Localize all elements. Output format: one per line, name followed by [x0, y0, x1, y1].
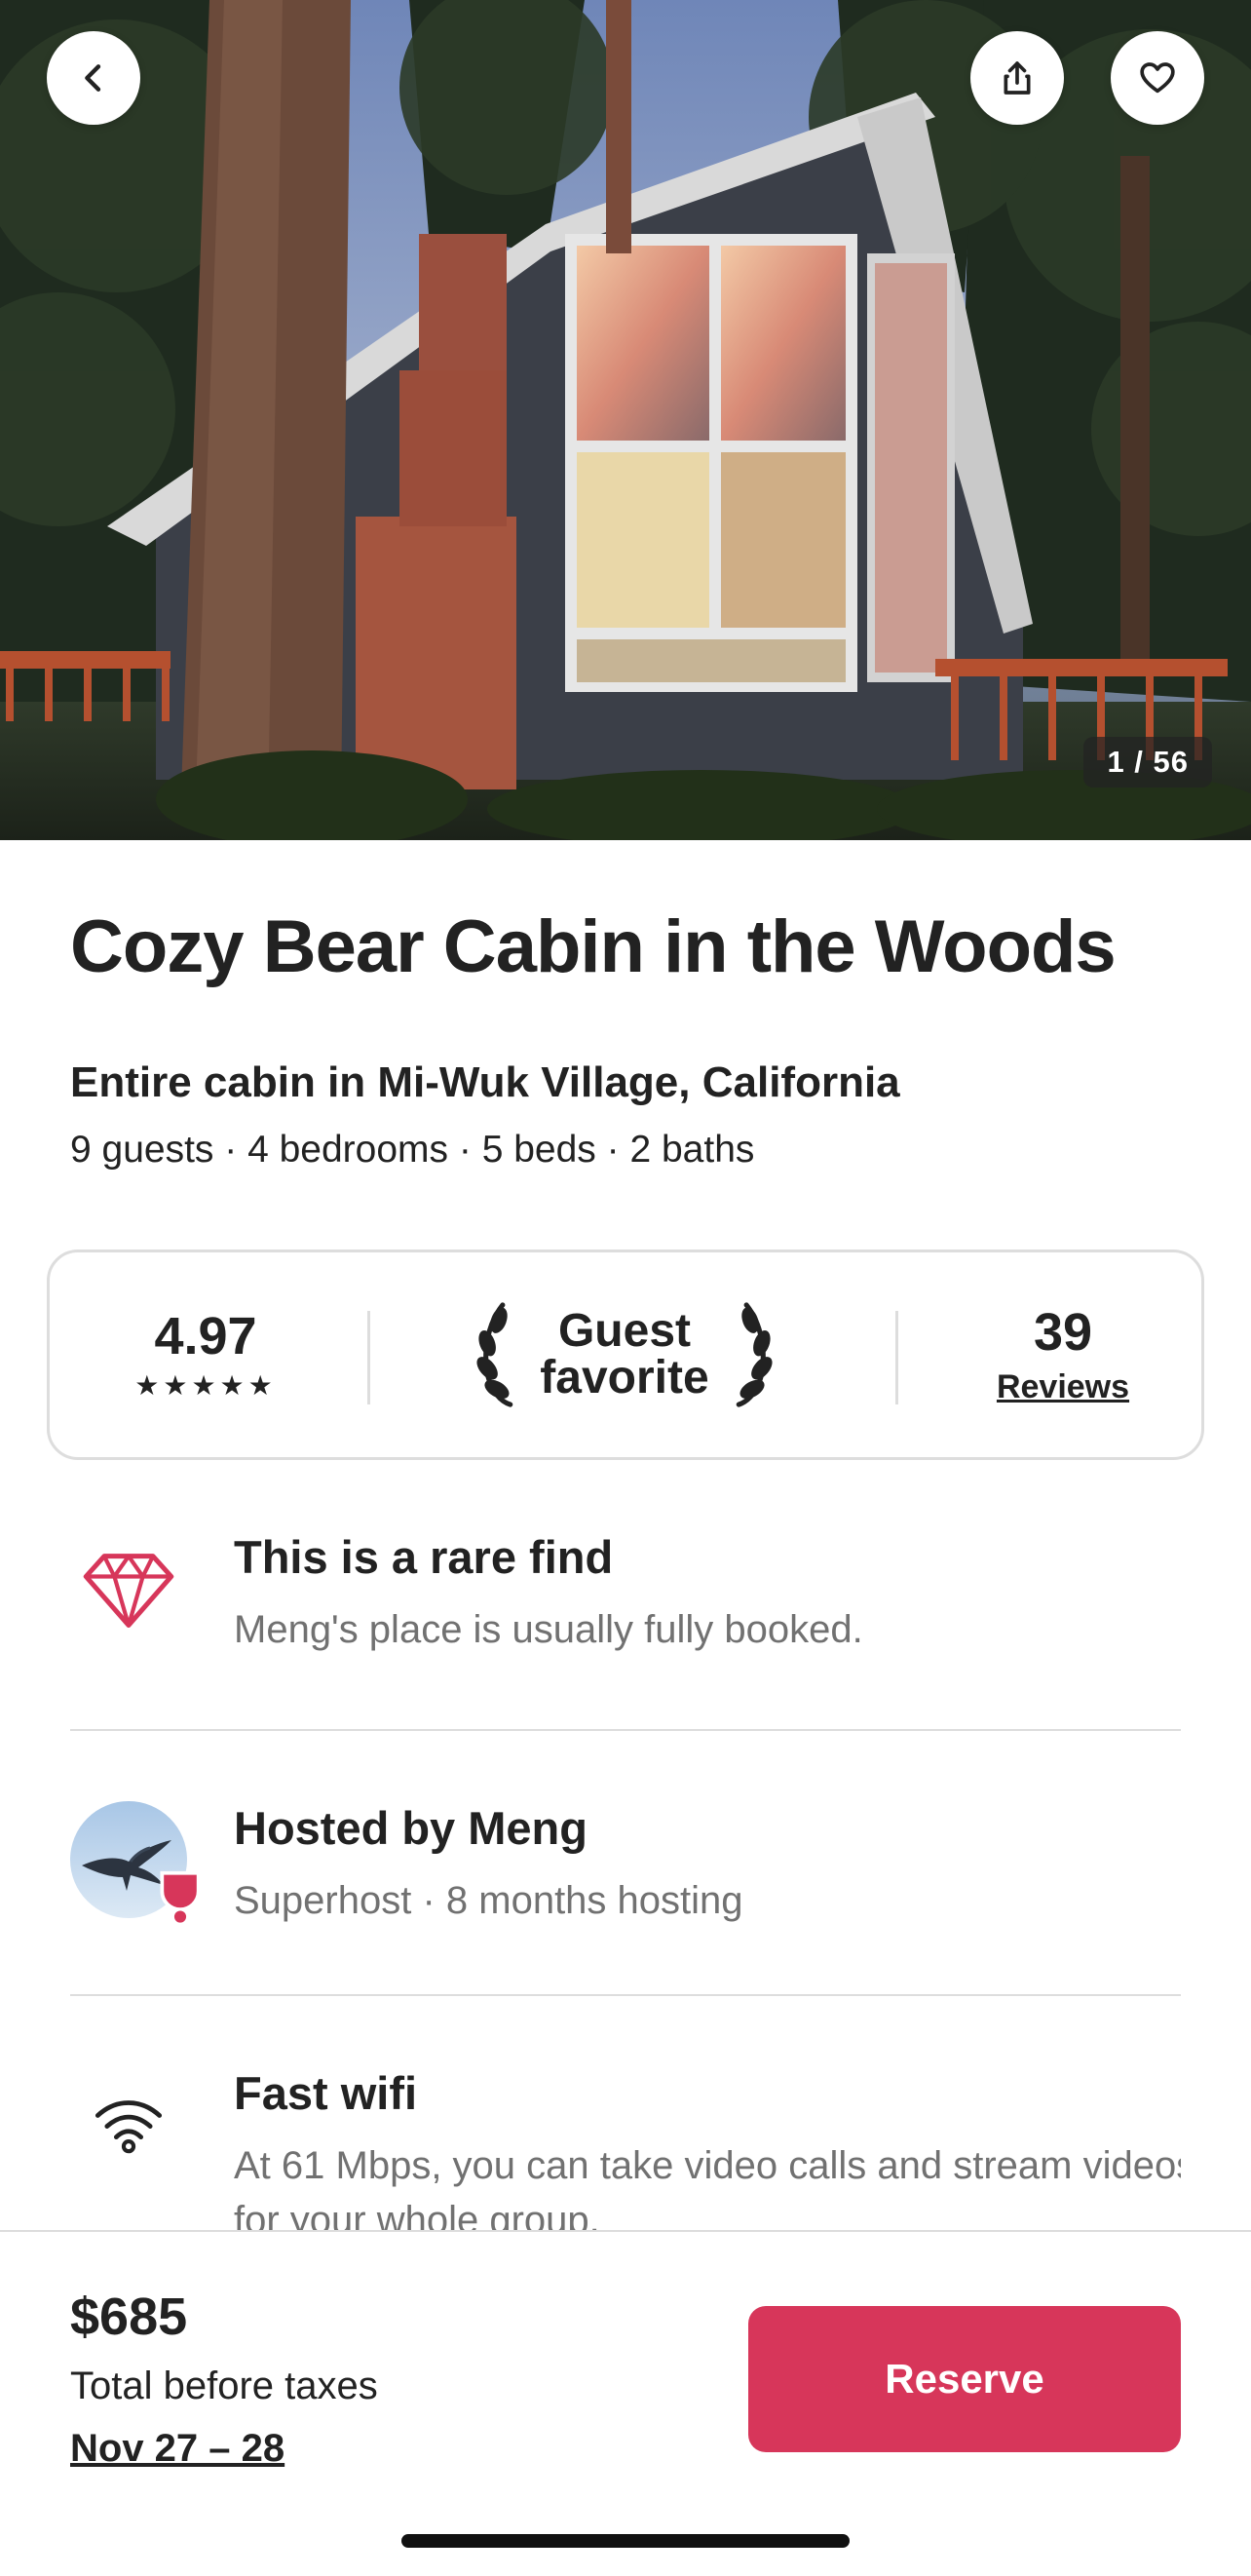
feature-title: Fast wifi [234, 2067, 418, 2119]
section-divider [70, 1994, 1181, 1996]
fast-wifi-highlight: Fast wifi At 61 Mbps, you can take video… [70, 2066, 1181, 2230]
host-summary[interactable]: Hosted by Meng Superhost · 8 months host… [70, 1801, 1181, 1947]
reviews-count: 39 [1033, 1303, 1093, 1362]
listing-title: Cozy Bear Cabin in the Woods [70, 905, 1117, 988]
wifi-icon-wrap [70, 2066, 187, 2183]
host-avatar-wrap[interactable] [70, 1801, 201, 1924]
laurel-right-icon [736, 1302, 773, 1407]
star-rating-icon: ★★★★★ [134, 1370, 277, 1401]
heart-icon [1140, 62, 1175, 94]
section-divider [70, 1729, 1181, 1731]
booking-bar: $685 Total before taxes Nov 27 – 28 Rese… [0, 2230, 1251, 2576]
guest-favorite-line1: Guest [557, 1305, 691, 1357]
host-name[interactable]: Hosted by Meng [234, 1801, 588, 1855]
price-note: Total before taxes [70, 2365, 378, 2407]
cabin-photo [0, 0, 1251, 840]
diamond-icon [83, 1554, 174, 1628]
host-subtitle: Superhost · 8 months hosting [234, 1879, 743, 1922]
reviews-summary[interactable]: 39 Reviews [927, 1252, 1199, 1457]
guest-favorite-text: Guest favorite [540, 1308, 708, 1402]
wifi-icon [95, 2100, 163, 2154]
reserve-button[interactable]: Reserve [748, 2306, 1181, 2452]
guest-favorite-line2: favorite [540, 1352, 709, 1403]
listing-photo[interactable]: 1 / 56 [0, 0, 1251, 840]
listing-subtitle: Entire cabin in Mi-Wuk Village, Californ… [70, 1058, 900, 1106]
feature-subtitle: At 61 Mbps, you can take video calls and… [234, 2144, 1181, 2230]
rating-divider [895, 1311, 898, 1404]
feature-subtitle: Meng's place is usually fully booked. [234, 1608, 863, 1651]
rare-find-highlight: This is a rare find Meng's place is usua… [70, 1530, 1181, 1676]
share-icon [1004, 61, 1031, 95]
laurel-left-icon [476, 1302, 513, 1407]
share-button[interactable] [970, 31, 1064, 125]
feature-title: This is a rare find [234, 1531, 614, 1583]
superhost-badge-icon [160, 1870, 201, 1924]
date-range-link[interactable]: Nov 27 – 28 [70, 2427, 284, 2471]
rating-summary: 4.97 ★★★★★ [89, 1252, 322, 1457]
back-button[interactable] [47, 31, 140, 125]
rating-card[interactable]: 4.97 ★★★★★ Guest favorite 39 Reviews [47, 1250, 1204, 1460]
reviews-link[interactable]: Reviews [997, 1370, 1129, 1403]
rating-value: 4.97 [154, 1307, 257, 1365]
home-indicator[interactable] [401, 2534, 850, 2548]
save-wishlist-button[interactable] [1111, 31, 1204, 125]
chevron-left-icon [85, 64, 101, 92]
total-price: $685 [70, 2288, 188, 2346]
listing-details: 9 guests · 4 bedrooms · 5 beds · 2 baths [70, 1129, 755, 1171]
photo-counter: 1 / 56 [1083, 737, 1212, 788]
guest-favorite-badge: Guest favorite [352, 1252, 897, 1457]
diamond-icon-wrap [70, 1530, 187, 1647]
